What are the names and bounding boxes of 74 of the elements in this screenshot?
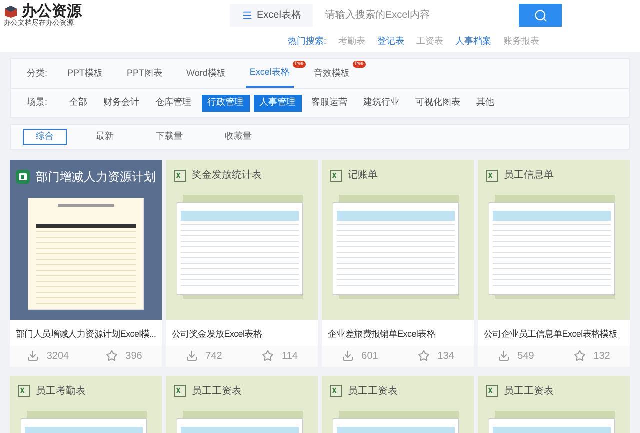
scene-filter[interactable]: 财务会计 <box>98 94 146 112</box>
template-title[interactable]: 部门人员增减人力资源计划Excel模... <box>10 320 162 346</box>
scene-filter[interactable]: 其他 <box>470 94 501 112</box>
category-tab[interactable]: PPT图表 <box>123 59 167 88</box>
logo-text[interactable]: 办公资源 <box>22 4 82 19</box>
template-card[interactable]: 记账单 企业差旅费报销单Excel表格 601 134 <box>322 160 474 366</box>
favorite-count: 396 <box>126 350 142 364</box>
search-button[interactable] <box>519 4 562 27</box>
hot-search-label: 热门搜索: <box>288 35 327 48</box>
spreadsheet-icon <box>486 170 498 182</box>
template-title[interactable]: 公司企业员工信息单Excel表格模板 <box>478 320 630 346</box>
download-count: 601 <box>362 350 378 364</box>
spreadsheet-icon <box>486 385 498 397</box>
spreadsheet-icon <box>174 385 186 397</box>
template-title[interactable]: 公司奖金发放Excel表格 <box>166 320 318 346</box>
scene-filter[interactable]: 客服运营 <box>306 94 354 112</box>
search-field[interactable]: 请输入搜索的Excel内容 <box>313 4 519 27</box>
thumbnail-title: 记账单 <box>348 168 378 183</box>
spreadsheet-icon <box>16 170 30 184</box>
category-label: 分类: <box>27 66 48 80</box>
scene-filter[interactable]: 人事管理 <box>254 94 302 112</box>
star-icon[interactable] <box>262 350 274 362</box>
hot-search-link[interactable]: 登记表 <box>378 35 405 48</box>
template-card[interactable]: 员工工资表 <box>166 376 318 433</box>
category-tab[interactable]: Excel表格 <box>246 59 294 88</box>
template-card[interactable]: 员工工资表 <box>478 376 630 433</box>
thumbnail-title: 奖金发放统计表 <box>192 168 262 183</box>
download-icon <box>26 350 39 362</box>
download-count: 742 <box>206 350 222 364</box>
thumbnail-title: 员工工资表 <box>348 384 398 398</box>
sort-option[interactable]: 最新 <box>83 129 127 145</box>
thumbnail-title: 员工信息单 <box>504 168 554 183</box>
thumbnail-title: 员工工资表 <box>504 384 554 398</box>
scene-label: 场景: <box>27 96 48 110</box>
spreadsheet-icon <box>330 385 342 397</box>
spreadsheet-icon <box>18 385 30 397</box>
thumbnail-title: 员工工资表 <box>192 384 242 398</box>
download-icon <box>186 350 198 362</box>
star-icon[interactable] <box>418 350 430 362</box>
category-tab[interactable]: 音效模板 <box>310 59 354 88</box>
scene-filter[interactable]: 仓库管理 <box>150 94 198 112</box>
scene-filter[interactable]: 建筑行业 <box>358 94 406 112</box>
search-icon <box>534 8 548 22</box>
spreadsheet-icon <box>174 170 186 182</box>
star-icon[interactable] <box>574 350 586 362</box>
scene-filter[interactable]: 全部 <box>64 94 94 112</box>
template-card[interactable]: 员工考勤表 <box>10 376 162 433</box>
template-card[interactable]: 奖金发放统计表 公司奖金发放Excel表格 742 114 <box>166 160 318 366</box>
thumbnail-title: 部门增减人力资源计划 <box>36 169 156 186</box>
thumbnail-title: 员工考勤表 <box>36 384 86 398</box>
favorite-count: 134 <box>438 350 454 364</box>
template-title[interactable]: 企业差旅费报销单Excel表格 <box>322 320 474 346</box>
star-icon[interactable] <box>106 350 118 362</box>
sort-option[interactable]: 综合 <box>23 129 67 145</box>
download-icon <box>498 350 510 362</box>
spreadsheet-icon <box>330 170 342 182</box>
logo-icon <box>4 4 18 18</box>
menu-icon <box>242 10 253 21</box>
search-scope-button[interactable]: Excel表格 <box>230 4 314 27</box>
sort-option[interactable]: 收藏量 <box>212 129 265 145</box>
sort-option[interactable]: 下载量 <box>143 129 196 145</box>
template-card[interactable]: 员工信息单 公司企业员工信息单Excel表格模板 549 132 <box>478 160 630 366</box>
category-tab[interactable]: PPT模板 <box>64 59 108 88</box>
download-count: 549 <box>518 350 534 364</box>
download-icon <box>342 350 354 362</box>
favorite-count: 114 <box>282 350 298 364</box>
scene-filter[interactable]: 行政管理 <box>202 94 250 112</box>
favorite-count: 132 <box>594 350 610 364</box>
scene-filter[interactable]: 可视化图表 <box>410 94 467 112</box>
hot-search-link[interactable]: 人事档案 <box>456 35 492 48</box>
category-tab[interactable]: Word模板 <box>182 59 230 88</box>
download-count: 3204 <box>46 350 70 364</box>
template-card[interactable]: 部门增减人力资源计划 部门人员增减人力资源计划Excel模... 3204 396 <box>10 160 162 366</box>
template-card[interactable]: 员工工资表 <box>322 376 474 433</box>
